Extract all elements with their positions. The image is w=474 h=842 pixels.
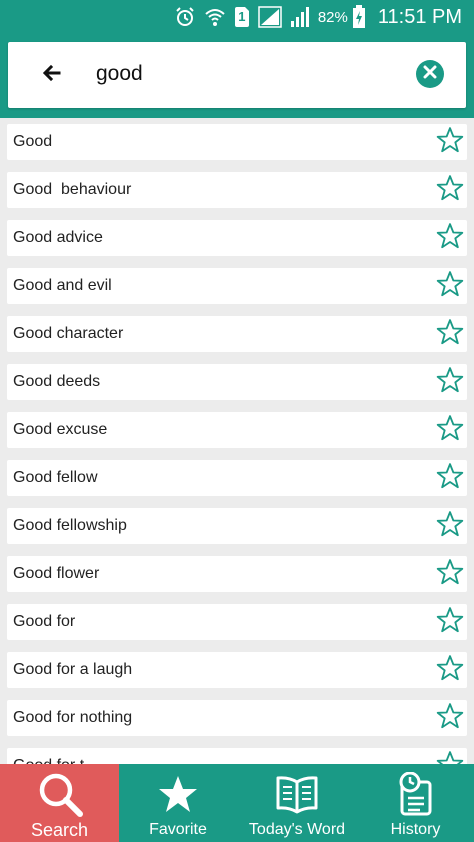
star-outline-icon	[436, 270, 464, 303]
star-outline-icon	[436, 126, 464, 159]
list-item[interactable]: Good for	[7, 604, 467, 640]
book-icon	[237, 772, 357, 816]
sim-icon: 1	[234, 6, 250, 28]
list-item[interactable]: Good	[7, 124, 467, 160]
history-icon	[357, 772, 474, 816]
star-outline-icon	[436, 414, 464, 447]
list-item-label: Good behaviour	[13, 181, 132, 198]
star-outline-icon	[436, 366, 464, 399]
star-outline-icon	[436, 318, 464, 351]
favorite-star-button[interactable]	[435, 366, 465, 399]
favorite-star-button[interactable]	[435, 270, 465, 303]
favorite-star-button[interactable]	[435, 414, 465, 447]
results-list[interactable]: Good Good behaviour Good advice Good and ev…	[0, 118, 474, 764]
wifi-icon	[204, 6, 226, 28]
list-item[interactable]: Good excuse	[7, 412, 467, 448]
search-box	[8, 42, 466, 108]
star-outline-icon	[436, 462, 464, 495]
list-item-label: Good fellow	[13, 469, 98, 486]
star-outline-icon	[436, 702, 464, 735]
favorite-star-button[interactable]	[435, 174, 465, 207]
tab-history[interactable]: History	[357, 764, 474, 842]
tab-search[interactable]: Search	[0, 764, 119, 842]
close-icon	[423, 65, 437, 84]
favorite-star-button[interactable]	[435, 222, 465, 255]
bottom-nav: Search Favorite Today's Word History	[0, 764, 474, 842]
star-outline-icon	[436, 606, 464, 639]
list-item[interactable]: Good fellowship	[7, 508, 467, 544]
list-item[interactable]: Good deeds	[7, 364, 467, 400]
favorite-star-button[interactable]	[435, 510, 465, 543]
list-item-label: Good deeds	[13, 373, 101, 390]
list-item[interactable]: Good behaviour	[7, 172, 467, 208]
tab-search-label: Search	[30, 820, 89, 840]
favorite-star-button[interactable]	[435, 702, 465, 735]
tab-history-label: History	[390, 821, 441, 838]
list-item[interactable]: Good and evil	[7, 268, 467, 304]
list-item[interactable]: Good advice	[7, 220, 467, 256]
status-time: 11:51 PM	[377, 5, 462, 28]
search-input[interactable]	[96, 56, 396, 92]
tab-favorite-label: Favorite	[149, 821, 207, 838]
tab-todays-word[interactable]: Today's Word	[237, 764, 357, 842]
list-item-label: Good excuse	[13, 421, 108, 438]
list-item[interactable]: Good for a laugh	[7, 652, 467, 688]
list-item-label: Good for a laugh	[13, 661, 133, 678]
list-item[interactable]: Good for nothing	[7, 700, 467, 736]
list-item-label: Good for t...	[13, 748, 97, 764]
star-outline-icon	[436, 174, 464, 207]
star-outline-icon	[436, 750, 464, 764]
list-item-label: Good for	[13, 613, 76, 630]
tab-favorite[interactable]: Favorite	[119, 764, 237, 842]
back-button[interactable]	[36, 59, 68, 91]
favorite-star-button[interactable]	[435, 318, 465, 351]
clear-search-button[interactable]	[416, 60, 444, 88]
favorite-star-button[interactable]	[435, 558, 465, 591]
star-outline-icon	[436, 654, 464, 687]
favorite-star-button[interactable]	[435, 126, 465, 159]
star-outline-icon	[436, 558, 464, 591]
list-item-label: Good flower	[13, 565, 100, 582]
favorite-star-button[interactable]	[435, 606, 465, 639]
sim-number: 1	[238, 9, 246, 24]
list-item-label: Good fellowship	[13, 517, 127, 534]
list-item-label: Good and evil	[13, 277, 112, 294]
favorite-star-button[interactable]	[435, 462, 465, 495]
favorite-star-button[interactable]	[435, 654, 465, 687]
star-outline-icon	[436, 222, 464, 255]
list-item[interactable]: Good flower	[7, 556, 467, 592]
battery-charging-icon	[352, 5, 366, 29]
battery-percent: 82%	[317, 8, 348, 26]
list-item[interactable]: Good character	[7, 316, 467, 352]
list-item[interactable]: Good for t...	[7, 748, 467, 764]
list-item-label: Good	[13, 133, 53, 150]
alarm-icon	[174, 6, 196, 28]
search-header	[0, 34, 474, 118]
status-bar: 1 82% 11:51 PM	[0, 0, 474, 34]
arrow-left-icon	[42, 64, 61, 87]
favorite-star-button[interactable]	[435, 750, 465, 764]
tab-todays-word-label: Today's Word	[248, 821, 346, 838]
list-item-label: Good advice	[13, 229, 103, 246]
list-item-label: Good character	[13, 325, 124, 342]
search-icon	[0, 772, 119, 817]
signal-icon	[258, 6, 282, 28]
list-item[interactable]: Good fellow	[7, 460, 467, 496]
status-icons: 1 82% 11:51 PM	[174, 0, 462, 34]
star-icon	[119, 772, 237, 816]
list-item-label: Good for nothing	[13, 709, 133, 726]
star-outline-icon	[436, 510, 464, 543]
signal-strength-icon	[290, 6, 310, 28]
app-screen: 1 82% 11:51 PM good Good Good behaviour …	[0, 0, 474, 842]
